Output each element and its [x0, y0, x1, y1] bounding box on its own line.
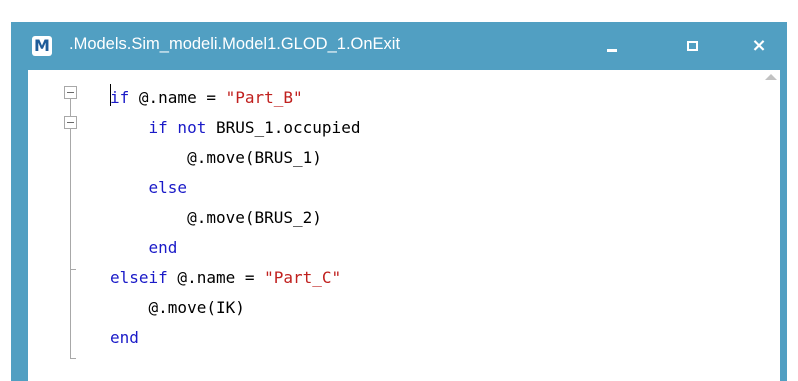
fold-collapse-icon[interactable] — [64, 86, 77, 99]
fold-end-tick — [70, 269, 76, 270]
fold-guide-line — [70, 92, 71, 358]
code-line[interactable]: @.move(BRUS_2) — [110, 203, 360, 233]
app-logo-letter: M — [34, 36, 50, 55]
code-keyword: if not — [148, 118, 207, 137]
line-gutter — [28, 70, 53, 381]
code-line[interactable]: if @.name = "Part_B" — [110, 83, 360, 113]
scroll-up-arrow-icon[interactable] — [765, 74, 777, 80]
code-line[interactable]: end — [110, 323, 360, 353]
code-text: BRUS_1.occupied — [206, 118, 361, 137]
code-editor[interactable]: if @.name = "Part_B" if not BRUS_1.occup… — [28, 70, 780, 381]
code-text: @.name = — [167, 268, 265, 287]
app-logo-icon: M — [32, 36, 52, 56]
window-title: .Models.Sim_modeli.Model1.GLOD_1.OnExit — [69, 35, 401, 53]
minimize-button[interactable] — [581, 22, 643, 70]
code-keyword: elseif — [110, 268, 168, 287]
maximize-icon — [686, 41, 698, 51]
code-keyword: if — [110, 88, 130, 107]
code-text: @.name = — [129, 88, 226, 107]
code-line[interactable]: elseif @.name = "Part_C" — [110, 263, 360, 293]
code-string: "Part_C" — [264, 268, 342, 287]
code-line[interactable]: if not BRUS_1.occupied — [110, 113, 361, 143]
title-bar[interactable]: M .Models.Sim_modeli.Model1.GLOD_1.OnExi… — [11, 22, 787, 70]
code-keyword: end — [110, 328, 139, 347]
code-text-area[interactable]: if @.name = "Part_B" if not BRUS_1.occup… — [110, 83, 360, 353]
code-line[interactable]: @.move(BRUS_1) — [110, 143, 360, 173]
code-keyword: else — [148, 178, 188, 197]
code-text: @.move(BRUS_1) — [187, 148, 322, 167]
code-string: "Part_B" — [225, 88, 303, 107]
close-icon: × — [751, 35, 767, 56]
code-keyword: end — [148, 238, 178, 257]
minimize-icon — [607, 48, 617, 52]
fold-end-tick — [70, 358, 76, 359]
code-line[interactable]: end — [110, 233, 360, 263]
fold-collapse-icon[interactable] — [64, 116, 77, 129]
close-button[interactable]: × — [728, 22, 790, 70]
code-line[interactable]: @.move(IK) — [110, 293, 360, 323]
code-line[interactable]: else — [110, 173, 360, 203]
maximize-button[interactable] — [661, 22, 723, 70]
code-text: @.move(BRUS_2) — [187, 208, 322, 227]
code-text: @.move(IK) — [148, 298, 245, 317]
script-editor-window: M .Models.Sim_modeli.Model1.GLOD_1.OnExi… — [11, 22, 787, 381]
vertical-scrollbar[interactable] — [763, 70, 780, 381]
